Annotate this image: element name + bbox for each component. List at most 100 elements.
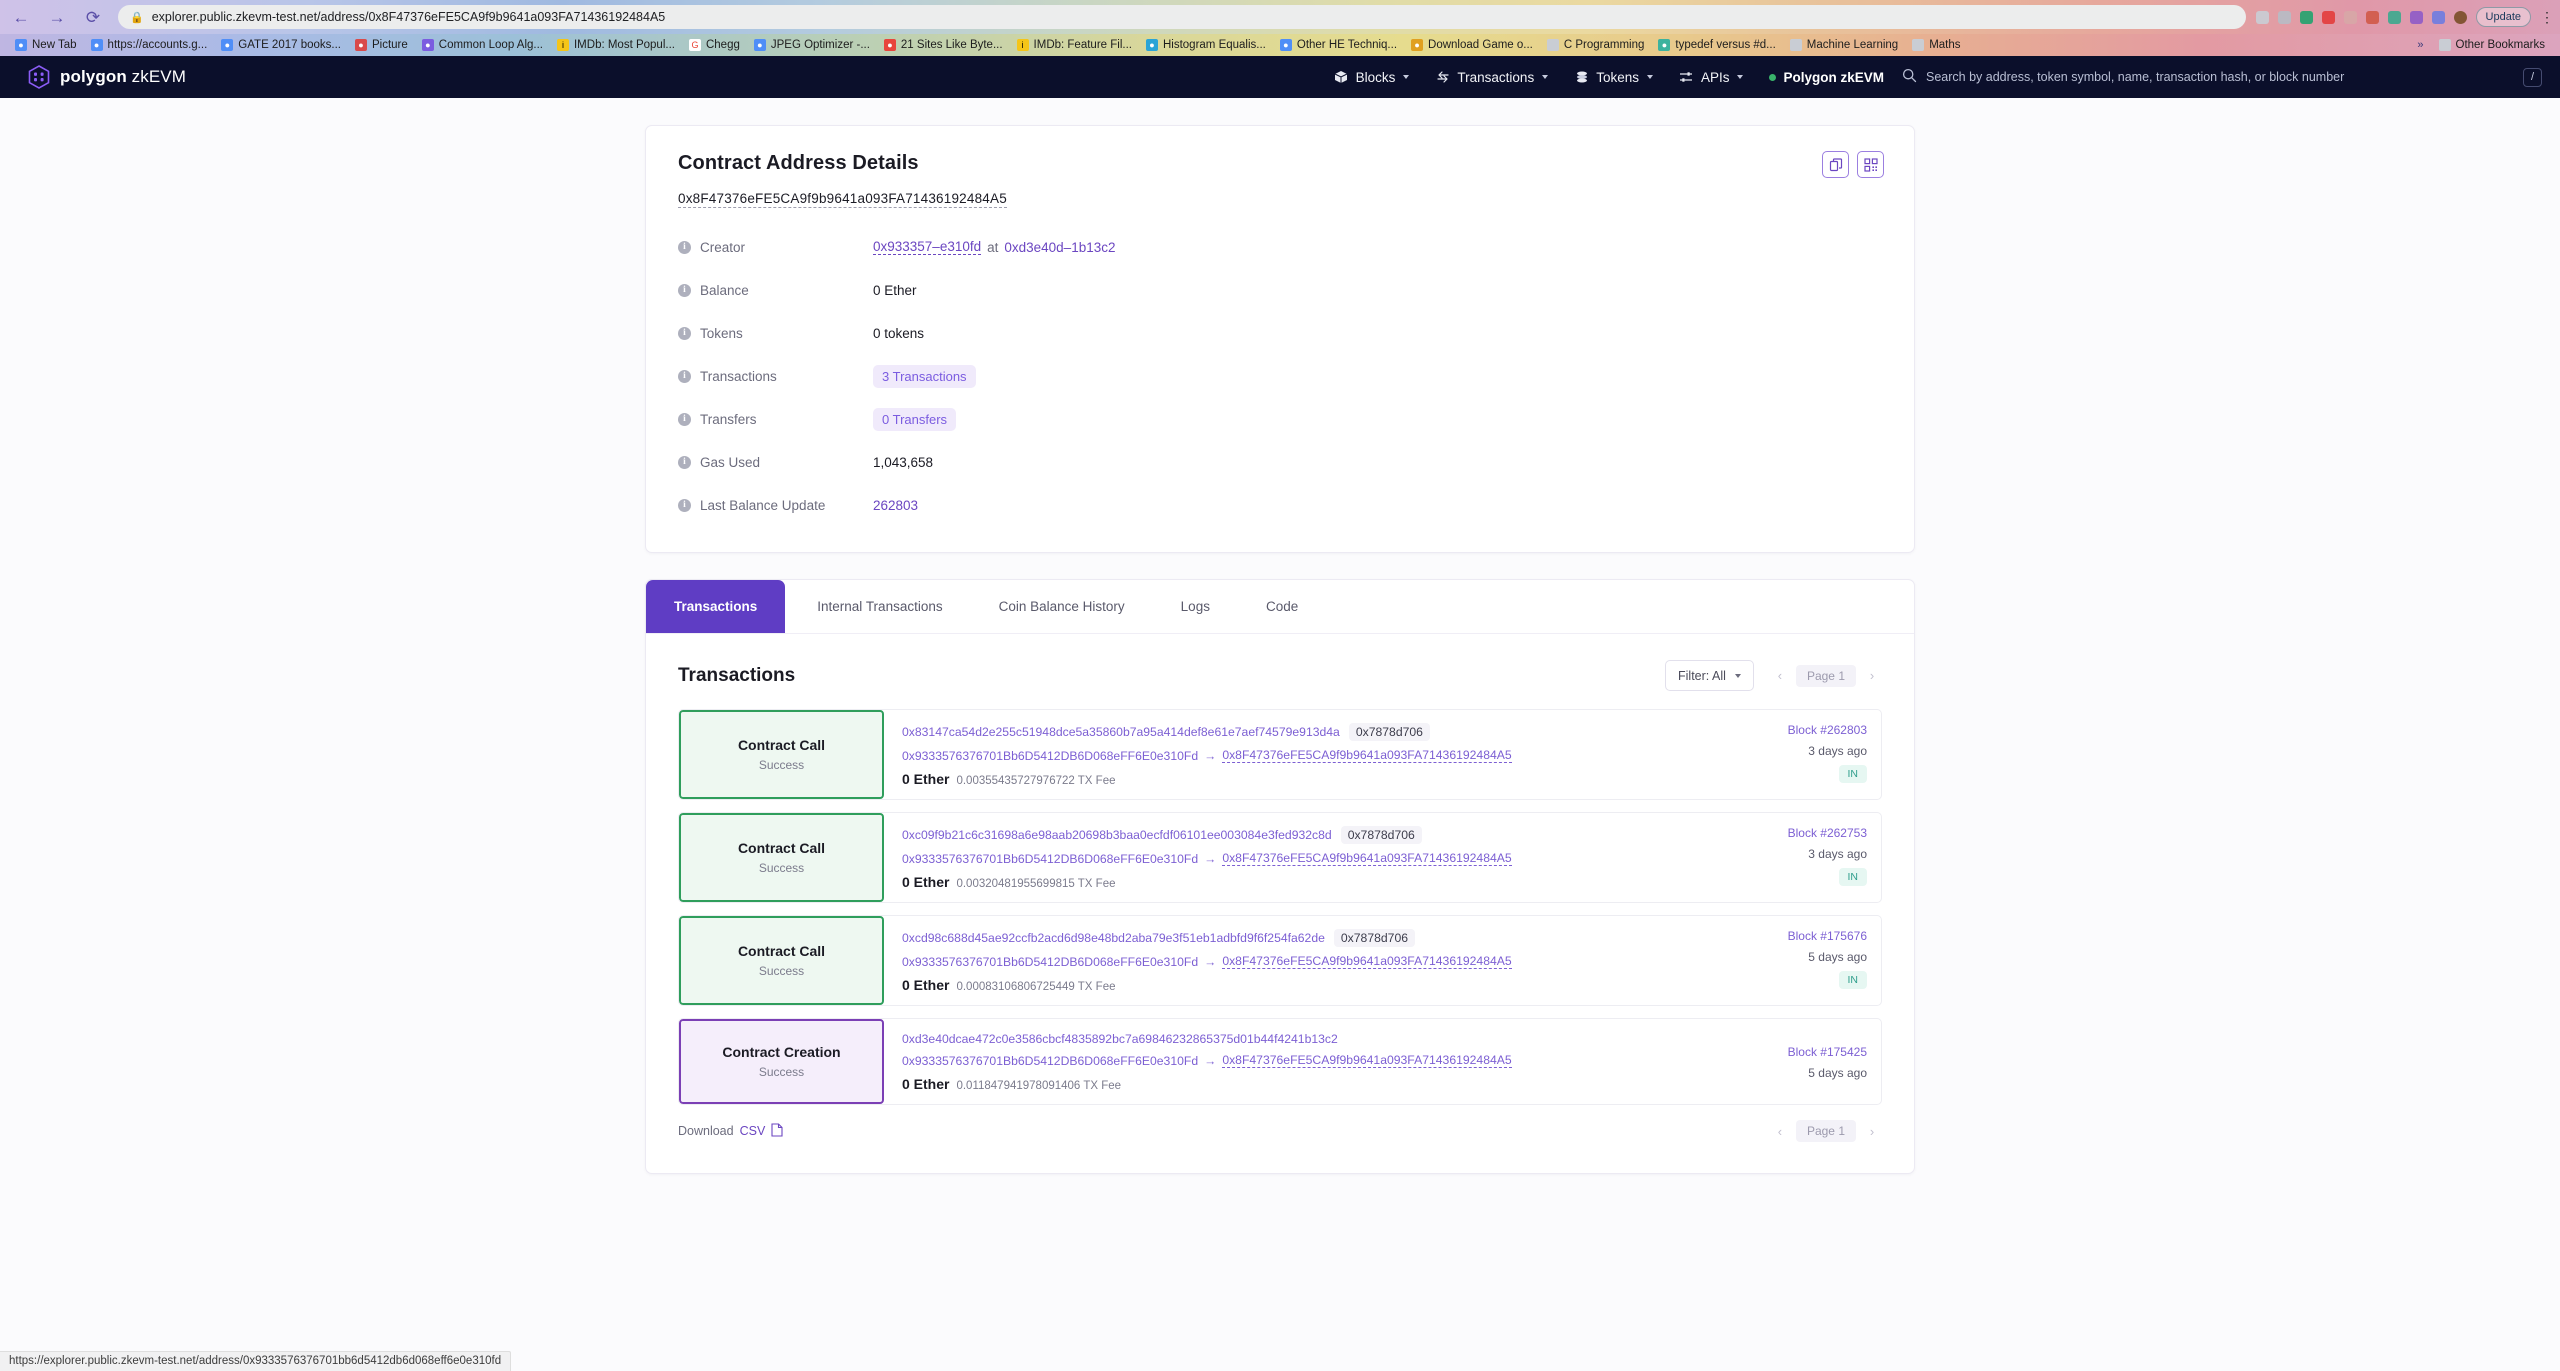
qr-code-icon[interactable]: [1857, 151, 1884, 178]
from-address-link[interactable]: 0x9333576376701Bb6D5412DB6D068eFF6E0e310…: [902, 1054, 1198, 1068]
info-icon[interactable]: i: [678, 455, 691, 469]
last-balance-update-link[interactable]: 262803: [873, 498, 918, 513]
nav-item-apis[interactable]: APIs: [1679, 70, 1744, 85]
info-icon[interactable]: i: [678, 240, 691, 254]
extension-icon[interactable]: [2321, 10, 2335, 24]
block-link[interactable]: Block #175676: [1788, 929, 1867, 943]
info-icon[interactable]: i: [678, 326, 691, 340]
extension-icon[interactable]: [2299, 10, 2313, 24]
brand[interactable]: polygon zkEVM: [28, 65, 186, 89]
search-input[interactable]: Search by address, token symbol, name, t…: [1902, 64, 2542, 90]
bookmark-item[interactable]: ● JPEG Optimizer -...: [747, 36, 877, 54]
bookmark-item[interactable]: ● Picture: [348, 36, 415, 54]
bookmark-item[interactable]: ● typedef versus #d...: [1651, 36, 1782, 54]
bookmark-label: C Programming: [1563, 39, 1645, 51]
info-icon[interactable]: i: [678, 412, 691, 426]
nav-item-blocks[interactable]: Blocks: [1334, 70, 1410, 85]
tab-transactions[interactable]: Transactions: [646, 580, 786, 633]
next-page-button[interactable]: ›: [1862, 1119, 1882, 1143]
bookmark-item[interactable]: ● New Tab: [8, 36, 84, 54]
transactions-count-badge[interactable]: 3 Transactions: [873, 364, 976, 388]
table-row[interactable]: Contract Creation Success 0xd3e40dcae472…: [678, 1018, 1882, 1105]
from-address-link[interactable]: 0x9333576376701Bb6D5412DB6D068eFF6E0e310…: [902, 749, 1198, 763]
creator-address-link[interactable]: 0x933357–e310fd: [873, 239, 982, 255]
bookmark-item[interactable]: ● Other HE Techniq...: [1273, 36, 1404, 54]
detail-label: i Gas Used: [678, 455, 873, 470]
bookmark-item[interactable]: ● Histogram Equalis...: [1139, 36, 1273, 54]
copy-icon[interactable]: [1822, 151, 1849, 178]
address-bar[interactable]: 🔒 explorer.public.zkevm-test.net/address…: [118, 5, 2246, 29]
bookmarks-overflow-icon[interactable]: »: [2409, 39, 2431, 51]
transaction-from-to: 0x9333576376701Bb6D5412DB6D068eFF6E0e310…: [902, 1053, 1698, 1068]
tab-internal-transactions[interactable]: Internal Transactions: [789, 580, 970, 633]
transaction-hash-link[interactable]: 0x83147ca54d2e255c51948dce5a35860b7a95a4…: [902, 725, 1340, 739]
extension-icon[interactable]: [2365, 10, 2379, 24]
info-icon[interactable]: i: [678, 283, 691, 297]
bookmark-item[interactable]: i IMDb: Feature Fil...: [1010, 36, 1139, 54]
forward-icon[interactable]: →: [46, 6, 68, 28]
transaction-fee: 0.00355435727976722 TX Fee: [956, 775, 1116, 787]
extension-icon[interactable]: [2431, 10, 2445, 24]
bookmark-folder[interactable]: C Programming: [1540, 36, 1652, 54]
filter-dropdown[interactable]: Filter: All: [1665, 660, 1754, 691]
transaction-hash-link[interactable]: 0xcd98c688d45ae92ccfb2acd6d98e48bd2aba79…: [902, 931, 1325, 945]
creator-tx-link[interactable]: 0xd3e40d–1b13c2: [1004, 240, 1115, 255]
block-link[interactable]: Block #262753: [1788, 826, 1867, 840]
bookmark-item[interactable]: i IMDb: Most Popul...: [550, 36, 682, 54]
transaction-meta: Block #262803 3 days ago IN: [1716, 710, 1881, 799]
other-bookmarks-folder[interactable]: Other Bookmarks: [2432, 36, 2552, 54]
bookmark-item[interactable]: ● Common Loop Alg...: [415, 36, 550, 54]
nav-item-transactions[interactable]: Transactions: [1435, 70, 1549, 85]
table-row[interactable]: Contract Call Success 0x83147ca54d2e255c…: [678, 709, 1882, 800]
extension-icon[interactable]: [2343, 10, 2357, 24]
block-link[interactable]: Block #175425: [1788, 1045, 1867, 1059]
direction-badge: IN: [1838, 971, 1867, 989]
bookmark-label: 21 Sites Like Byte...: [900, 39, 1003, 51]
extension-icon[interactable]: [2277, 10, 2291, 24]
block-link[interactable]: Block #262803: [1788, 723, 1867, 737]
extension-icon[interactable]: [2255, 10, 2269, 24]
prev-page-button[interactable]: ‹: [1770, 664, 1790, 688]
bookmark-item[interactable]: ● GATE 2017 books...: [214, 36, 348, 54]
info-icon[interactable]: i: [678, 498, 691, 512]
browser-menu-icon[interactable]: ⋮: [2540, 9, 2554, 26]
to-address-link[interactable]: 0x8F47376eFE5CA9f9b9641a093FA71436192484…: [1222, 851, 1512, 866]
download-csv-button[interactable]: Download CSV: [678, 1122, 783, 1140]
search-shortcut-key: /: [2523, 67, 2542, 87]
to-address-link[interactable]: 0x8F47376eFE5CA9f9b9641a093FA71436192484…: [1222, 748, 1512, 763]
back-icon[interactable]: ←: [10, 6, 32, 28]
network-selector[interactable]: Polygon zkEVM: [1769, 70, 1884, 85]
profile-avatar-icon[interactable]: [2453, 10, 2467, 24]
info-icon[interactable]: i: [678, 369, 691, 383]
reload-icon[interactable]: ⟳: [82, 6, 104, 28]
extension-icon[interactable]: [2409, 10, 2423, 24]
bookmark-item[interactable]: ● Download Game o...: [1404, 36, 1540, 54]
next-page-button[interactable]: ›: [1862, 664, 1882, 688]
tab-code[interactable]: Code: [1238, 580, 1326, 633]
transfers-count-badge[interactable]: 0 Transfers: [873, 407, 957, 431]
bookmark-label: IMDb: Most Popul...: [573, 39, 675, 51]
update-button[interactable]: Update: [2475, 7, 2531, 27]
to-address-link[interactable]: 0x8F47376eFE5CA9f9b9641a093FA71436192484…: [1222, 1053, 1512, 1068]
arrow-right-icon: →: [1204, 954, 1217, 969]
from-address-link[interactable]: 0x9333576376701Bb6D5412DB6D068eFF6E0e310…: [902, 852, 1198, 866]
bookmark-folder[interactable]: Machine Learning: [1783, 36, 1905, 54]
nav-item-tokens[interactable]: Tokens: [1574, 70, 1653, 85]
bookmark-item[interactable]: ● 21 Sites Like Byte...: [877, 36, 1010, 54]
bookmark-item[interactable]: G Chegg: [682, 36, 747, 54]
bookmark-folder[interactable]: Maths: [1905, 36, 1967, 54]
transaction-hash-link[interactable]: 0xd3e40dcae472c0e3586cbcf4835892bc7a6984…: [902, 1032, 1338, 1046]
table-row[interactable]: Contract Call Success 0xcd98c688d45ae92c…: [678, 915, 1882, 1006]
from-address-link[interactable]: 0x9333576376701Bb6D5412DB6D068eFF6E0e310…: [902, 955, 1198, 969]
to-address-link[interactable]: 0x8F47376eFE5CA9f9b9641a093FA71436192484…: [1222, 954, 1512, 969]
tab-coin-balance-history[interactable]: Coin Balance History: [971, 580, 1153, 633]
table-row[interactable]: Contract Call Success 0xc09f9b21c6c31698…: [678, 812, 1882, 903]
transaction-hash-link[interactable]: 0xc09f9b21c6c31698a6e98aab20698b3baa0ecf…: [902, 828, 1332, 842]
cube-icon: [1334, 70, 1349, 85]
prev-page-button[interactable]: ‹: [1770, 1119, 1790, 1143]
contract-address[interactable]: 0x8F47376eFE5CA9f9b9641a093FA71436192484…: [678, 191, 1007, 208]
tab-logs[interactable]: Logs: [1153, 580, 1238, 633]
bookmark-item[interactable]: ● https://accounts.g...: [84, 36, 215, 54]
extension-icon[interactable]: [2387, 10, 2401, 24]
arrow-right-icon: →: [1204, 851, 1217, 866]
